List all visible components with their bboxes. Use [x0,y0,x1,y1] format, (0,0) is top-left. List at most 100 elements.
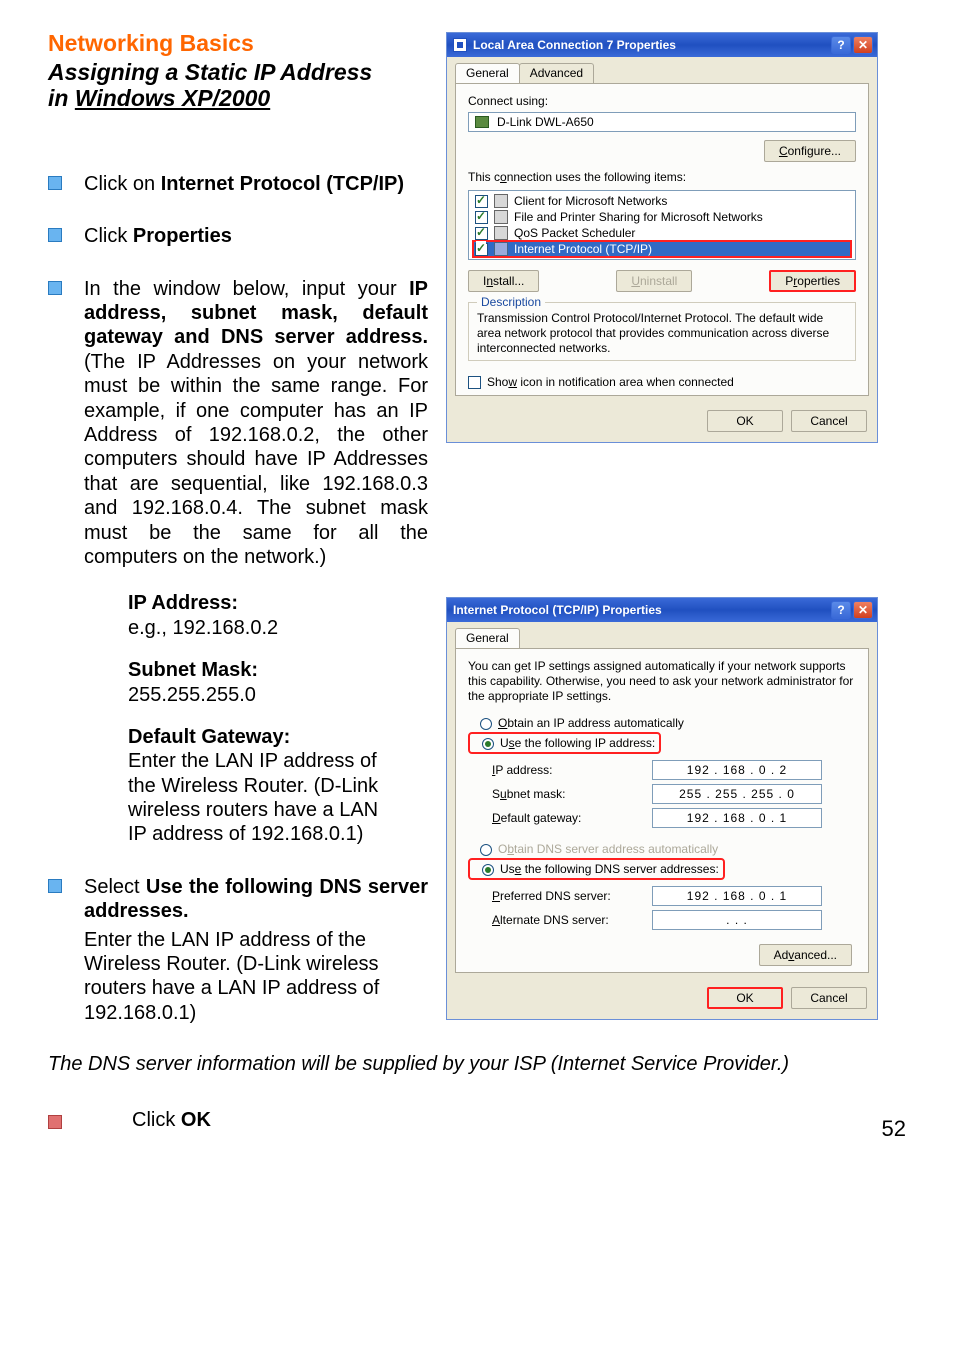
pref-dns-label: Preferred DNS server: [492,889,652,903]
show-icon-label: Show icon in notification area when conn… [487,375,734,389]
radio-use-dns[interactable]: Use the following DNS server addresses: [468,858,725,880]
titlebar[interactable]: Internet Protocol (TCP/IP) Properties ? … [447,598,877,622]
bullet-text-2: Click Properties [84,224,428,248]
tcpip-intro: You can get IP settings assigned automat… [468,659,856,704]
close-button[interactable]: ✕ [853,36,873,54]
advanced-button[interactable]: Advanced... [759,944,852,966]
help-button[interactable]: ? [831,36,851,54]
service-icon [494,210,508,224]
list-item[interactable]: QoS Packet Scheduler [473,225,851,241]
description-group: Description Transmission Control Protoco… [468,302,856,361]
checkbox-icon[interactable] [475,227,488,240]
gateway-label: Default gateway: [492,811,652,825]
page-number: 52 [882,1116,906,1142]
item3-label: QoS Packet Scheduler [514,226,635,240]
protocol-icon [494,242,508,256]
dns-footer-note: The DNS server information will be suppl… [48,1053,906,1076]
help-button[interactable]: ? [831,601,851,619]
radio-icon [480,844,492,856]
item1-label: Client for Microsoft Networks [514,194,667,208]
client-icon [494,194,508,208]
description-text: Transmission Control Protocol/Internet P… [477,311,847,356]
default-gateway-input[interactable]: 192 . 168 . 0 . 1 [652,808,822,828]
tab-general[interactable]: General [455,63,520,83]
ok-button[interactable]: OK [707,987,783,1009]
subtitle-line2-underlined: Windows XP/2000 [75,85,270,111]
b2-bold: Properties [133,225,232,247]
default-gateway-label: Default Gateway: [128,726,290,748]
connect-using-label: Connect using: [468,94,856,108]
list-item[interactable]: Client for Microsoft Networks [473,193,851,209]
radio-icon[interactable] [482,738,494,750]
cancel-button[interactable]: Cancel [791,987,867,1009]
dns-bullet-text: Select Use the following DNS server addr… [84,875,428,924]
subnet-label: Subnet mask: [492,787,652,801]
list-item[interactable]: File and Printer Sharing for Microsoft N… [473,209,851,225]
bullet-icon [48,176,62,190]
items-label: This connection uses the following items… [468,170,856,184]
configure-label-rest: onfigure... [788,144,841,158]
items-list[interactable]: Client for Microsoft Networks File and P… [468,190,856,260]
bullet-text-1: Click on Internet Protocol (TCP/IP) [84,172,428,196]
b3-rest: (The IP Addresses on your network must b… [84,351,428,568]
show-icon-checkbox[interactable] [468,376,481,389]
subnet-mask-input[interactable]: 255 . 255 . 255 . 0 [652,784,822,804]
radio-use-ip[interactable]: Use the following IP address: [468,732,661,754]
click-ok-pre: Click [132,1109,181,1131]
configure-button[interactable]: Configure... [764,140,856,162]
subnet-mask-value: 255.255.255.0 [128,683,428,707]
checkbox-icon[interactable] [475,243,488,256]
bullet-icon [48,281,62,295]
window-title: Local Area Connection 7 Properties [473,38,676,52]
ok-button[interactable]: OK [707,410,783,432]
subnet-mask-label: Subnet Mask: [128,659,258,681]
dns-subtext: Enter the LAN IP address of the Wireless… [84,928,384,1026]
service-icon [494,226,508,240]
radio-obtain-dns: Obtain DNS server address automatically [468,840,856,858]
alt-dns-label: Alternate DNS server: [492,913,652,927]
bullet-icon [48,228,62,242]
radio-obtain-ip[interactable]: Obtain an IP address automatically [468,714,856,732]
ip-address-example: e.g., 192.168.0.2 [128,616,428,640]
alternate-dns-input[interactable]: . . . [652,910,822,930]
list-item-tcpip[interactable]: Internet Protocol (TCP/IP) [473,241,851,257]
tab-advanced[interactable]: Advanced [519,63,594,83]
b1-pre: Click on [84,173,161,195]
radio-icon[interactable] [482,864,494,876]
subtitle-line2-prefix: in [48,85,75,111]
titlebar[interactable]: Local Area Connection 7 Properties ? ✕ [447,33,877,57]
properties-button[interactable]: Properties [769,270,856,292]
b3-pre: In the window below, input your [84,278,409,300]
tab-general[interactable]: General [455,628,520,648]
lan-properties-dialog: Local Area Connection 7 Properties ? ✕ G… [446,32,878,443]
click-ok-text: Click OK [132,1109,211,1132]
radio-icon[interactable] [480,718,492,730]
preferred-dns-input[interactable]: 192 . 168 . 0 . 1 [652,886,822,906]
description-title: Description [477,295,545,309]
nic-icon [475,116,489,128]
bullet-text-3: In the window below, input your IP addre… [84,277,428,570]
bullet-icon [48,879,62,893]
click-ok-bold: OK [181,1109,211,1131]
window-title: Internet Protocol (TCP/IP) Properties [453,603,662,617]
tcpip-properties-dialog: Internet Protocol (TCP/IP) Properties ? … [446,597,878,1020]
b1-bold: Internet Protocol (TCP/IP) [161,173,404,195]
cancel-button[interactable]: Cancel [791,410,867,432]
page-heading: Networking Basics [48,30,428,57]
uninstall-button: Uninstall [616,270,692,292]
adapter-name: D-Link DWL-A650 [497,115,594,129]
item2-label: File and Printer Sharing for Microsoft N… [514,210,763,224]
checkbox-icon[interactable] [475,195,488,208]
checkbox-icon[interactable] [475,211,488,224]
adapter-field[interactable]: D-Link DWL-A650 [468,112,856,132]
window-icon [453,38,467,52]
install-button[interactable]: Install... [468,270,539,292]
close-button[interactable]: ✕ [853,601,873,619]
page-subtitle: Assigning a Static IP Address in Windows… [48,59,428,112]
ip-address-input[interactable]: 192 . 168 . 0 . 2 [652,760,822,780]
default-gateway-text: Enter the LAN IP address of the Wireless… [128,749,388,847]
dns-pre: Select [84,876,146,898]
ip-label: IP address: [492,763,652,777]
ip-address-label: IP Address: [128,592,238,614]
subtitle-line1: Assigning a Static IP Address [48,59,372,85]
